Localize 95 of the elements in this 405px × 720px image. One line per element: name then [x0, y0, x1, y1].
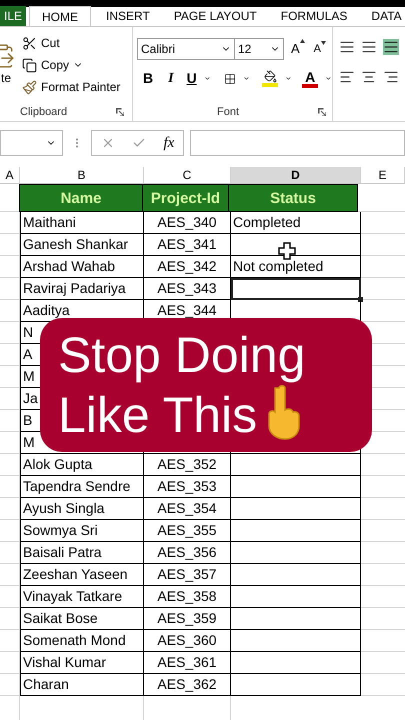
underline-button[interactable]: U	[186, 68, 197, 89]
formula-input-field[interactable]	[190, 130, 405, 156]
header-cell: Name	[19, 184, 143, 212]
group-label: Font	[217, 104, 240, 120]
empty-cell	[0, 498, 20, 520]
ribbon-tab[interactable]: DATA	[359, 6, 405, 26]
dialog-launcher-icon[interactable]	[116, 108, 124, 116]
empty-cell	[0, 300, 20, 322]
name-cell: Maithani	[20, 212, 144, 234]
empty-cell	[0, 520, 20, 542]
name-cell: Sowmya Sri	[20, 520, 144, 542]
font-color-button[interactable]: A	[302, 70, 318, 88]
paintbrush-icon	[22, 80, 37, 94]
name-cell: Baisali Patra	[20, 542, 144, 564]
name-cell: Tapendra Sendre	[20, 476, 144, 498]
project-id-cell: AES_361	[144, 652, 231, 674]
align-middle-icon[interactable]	[361, 39, 377, 55]
empty-cell	[0, 322, 20, 344]
empty-cell	[0, 652, 20, 674]
align-center-icon[interactable]	[361, 69, 377, 85]
project-id-cell: AES_358	[144, 586, 231, 608]
clipboard-command[interactable]: Format Painter	[41, 78, 120, 96]
bold-button[interactable]: B	[143, 68, 154, 89]
empty-cell	[0, 388, 20, 410]
paste-label[interactable]: te	[1, 69, 12, 87]
project-id-cell: AES_357	[144, 564, 231, 586]
empty-cell	[0, 256, 20, 278]
ribbon-tab[interactable]: INSERT	[94, 6, 162, 26]
empty-cell	[0, 212, 20, 234]
project-id-cell: AES_356	[144, 542, 231, 564]
project-id-cell: AES_353	[144, 476, 231, 498]
empty-cell	[0, 278, 20, 300]
empty-cell	[0, 564, 20, 586]
empty-cell	[0, 542, 20, 564]
project-id-cell: AES_362	[144, 674, 231, 696]
empty-cell	[0, 366, 20, 388]
up-triangle-icon	[300, 39, 305, 44]
align-bottom-icon[interactable]	[383, 39, 399, 55]
header-cell: Status	[228, 184, 358, 212]
scissors-icon	[22, 36, 37, 50]
name-cell: Somenath Mond	[20, 630, 144, 652]
project-id-cell: AES_341	[144, 234, 231, 256]
empty-cell	[0, 674, 20, 696]
empty-cell	[0, 476, 20, 498]
italic-button[interactable]: I	[168, 68, 174, 89]
font-name-field[interactable]: Calibri	[137, 38, 235, 60]
clipboard-command[interactable]: Copy	[41, 56, 70, 74]
project-id-cell: AES_340	[144, 212, 231, 234]
file-tab[interactable]: ILE	[0, 6, 26, 26]
name-cell: Alok Gupta	[20, 454, 144, 476]
project-id-cell: AES_342	[144, 256, 231, 278]
align-right-icon[interactable]	[383, 69, 399, 85]
empty-cell	[0, 234, 20, 256]
clipboard-command[interactable]: Cut	[41, 34, 60, 52]
name-cell: Vinayak Tatkare	[20, 586, 144, 608]
project-id-cell: AES_352	[144, 454, 231, 476]
project-id-cell: AES_354	[144, 498, 231, 520]
ribbon-tab[interactable]: PAGE LAYOUT	[162, 6, 269, 26]
shrink-font-button[interactable]: A	[312, 40, 328, 58]
align-top-icon[interactable]	[339, 39, 355, 55]
empty-cell	[0, 344, 20, 366]
name-cell: Saikat Bose	[20, 608, 144, 630]
name-cell: Ayush Singla	[20, 498, 144, 520]
header-cell: Project-Id	[142, 184, 229, 212]
name-cell: Arshad Wahab	[20, 256, 144, 278]
ribbon-tab[interactable]: HOME	[29, 6, 92, 26]
project-id-cell: AES_359	[144, 608, 231, 630]
fill-color-icon[interactable]	[262, 70, 278, 87]
status-cell: Not completed	[231, 256, 361, 278]
insert-function-button[interactable]: fx	[163, 132, 174, 154]
down-triangle-icon	[321, 40, 326, 45]
name-cell: Ganesh Shankar	[20, 234, 144, 256]
status-cell: Completed	[231, 212, 361, 234]
project-id-cell: AES_360	[144, 630, 231, 652]
empty-cell	[0, 410, 20, 432]
column-header[interactable]: D	[231, 167, 361, 183]
group-label: Clipboard	[20, 104, 68, 120]
empty-cell	[0, 432, 20, 454]
name-cell: Charan	[20, 674, 144, 696]
project-id-cell: AES_343	[144, 278, 231, 300]
copy-icon	[22, 58, 37, 72]
fill-handle[interactable]	[358, 297, 363, 302]
font-size-field[interactable]: 12	[234, 38, 284, 60]
project-id-cell: AES_355	[144, 520, 231, 542]
empty-cell	[0, 454, 20, 476]
ribbon-tab[interactable]: FORMULAS	[268, 6, 360, 26]
empty-cell	[0, 630, 20, 652]
name-cell: Zeeshan Yaseen	[20, 564, 144, 586]
align-left-icon[interactable]	[339, 69, 355, 85]
name-cell: Vishal Kumar	[20, 652, 144, 674]
name-cell: Raviraj Padariya	[20, 278, 144, 300]
dialog-launcher-icon[interactable]	[318, 108, 326, 116]
empty-cell	[0, 586, 20, 608]
empty-cell	[0, 608, 20, 630]
grow-font-button[interactable]: A	[289, 39, 307, 59]
